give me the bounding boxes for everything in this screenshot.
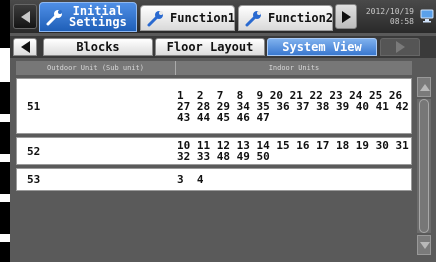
wrench-icon bbox=[147, 11, 163, 27]
subtab-floor-layout-label: Floor Layout bbox=[166, 40, 254, 54]
clock: 2012/10/19 08:58 bbox=[354, 7, 414, 27]
indoor-unit-list: 3 4 bbox=[177, 174, 411, 185]
chevron-up-icon bbox=[420, 84, 430, 91]
scroll-up-button[interactable] bbox=[417, 77, 431, 97]
table-row[interactable]: 51 1 2 7 8 9 20 21 22 23 24 25 26 27 28 … bbox=[16, 78, 412, 134]
table-header: Outdoor Unit (Sub unit) Indoor Units bbox=[16, 61, 412, 75]
triangle-left-icon bbox=[21, 11, 30, 23]
indoor-unit-line: 3 4 bbox=[177, 173, 204, 186]
screen-edge bbox=[0, 0, 10, 262]
table-row[interactable]: 52 10 11 12 13 14 15 16 17 18 19 30 31 3… bbox=[16, 137, 412, 165]
time-text: 08:58 bbox=[389, 17, 414, 26]
subtab-blocks-label: Blocks bbox=[76, 40, 120, 54]
subtab-next-button[interactable] bbox=[380, 38, 420, 56]
outdoor-unit-number: 52 bbox=[27, 144, 41, 158]
subtab-system-view-label: System View bbox=[282, 40, 362, 54]
tab-initial-settings[interactable]: Initial Settings bbox=[39, 2, 137, 32]
scroll-down-button[interactable] bbox=[417, 235, 431, 255]
indoor-unit-list: 10 11 12 13 14 15 16 17 18 19 30 31 32 3… bbox=[177, 140, 411, 162]
scrollbar-track[interactable] bbox=[417, 99, 431, 233]
subtab-floor-layout[interactable]: Floor Layout bbox=[155, 38, 265, 56]
triangle-right-icon bbox=[395, 41, 405, 53]
tab-initial-settings-line2: Settings bbox=[69, 15, 127, 29]
triangle-right-icon bbox=[342, 11, 351, 23]
subtab-blocks[interactable]: Blocks bbox=[43, 38, 153, 56]
triangle-left-icon bbox=[20, 41, 30, 53]
column-header-indoor-units: Indoor Units bbox=[268, 64, 320, 72]
tab-function1[interactable]: Function1 bbox=[140, 5, 235, 31]
monitor-icon[interactable] bbox=[420, 9, 434, 23]
scrollbar-thumb[interactable] bbox=[419, 99, 429, 233]
table-row[interactable]: 53 3 4 bbox=[16, 168, 412, 191]
outdoor-unit-number: 53 bbox=[27, 173, 41, 186]
indoor-unit-line: 27 28 29 34 35 36 37 38 39 40 41 42 bbox=[177, 99, 409, 113]
date-text: 2012/10/19 bbox=[365, 7, 414, 16]
column-header-outdoor-unit: Outdoor Unit (Sub unit) bbox=[16, 61, 176, 75]
menu-prev-button[interactable] bbox=[13, 4, 37, 29]
sub-tab-bar: Blocks Floor Layout System View bbox=[10, 36, 436, 58]
indoor-unit-line: 32 33 48 49 50 bbox=[177, 150, 270, 163]
top-menu-bar: Initial Settings Function1 Function2 201… bbox=[10, 0, 436, 33]
tab-function2[interactable]: Function2 bbox=[238, 5, 333, 31]
indoor-unit-line: 1 2 7 8 9 20 21 22 23 24 25 26 bbox=[177, 88, 403, 102]
indoor-unit-list: 1 2 7 8 9 20 21 22 23 24 25 26 27 28 29 … bbox=[177, 90, 411, 123]
subtab-system-view[interactable]: System View bbox=[267, 38, 377, 56]
wrench-icon bbox=[46, 10, 62, 26]
app-window: Initial Settings Function1 Function2 201… bbox=[10, 0, 436, 262]
tab-function1-label: Function1 bbox=[170, 11, 236, 25]
indoor-unit-line: 43 44 45 46 47 bbox=[177, 110, 270, 124]
subtab-prev-button[interactable] bbox=[13, 38, 37, 56]
outdoor-unit-number: 51 bbox=[27, 99, 41, 113]
tab-function2-label: Function2 bbox=[268, 11, 334, 25]
wrench-icon bbox=[245, 11, 261, 27]
chevron-down-icon bbox=[420, 242, 430, 249]
